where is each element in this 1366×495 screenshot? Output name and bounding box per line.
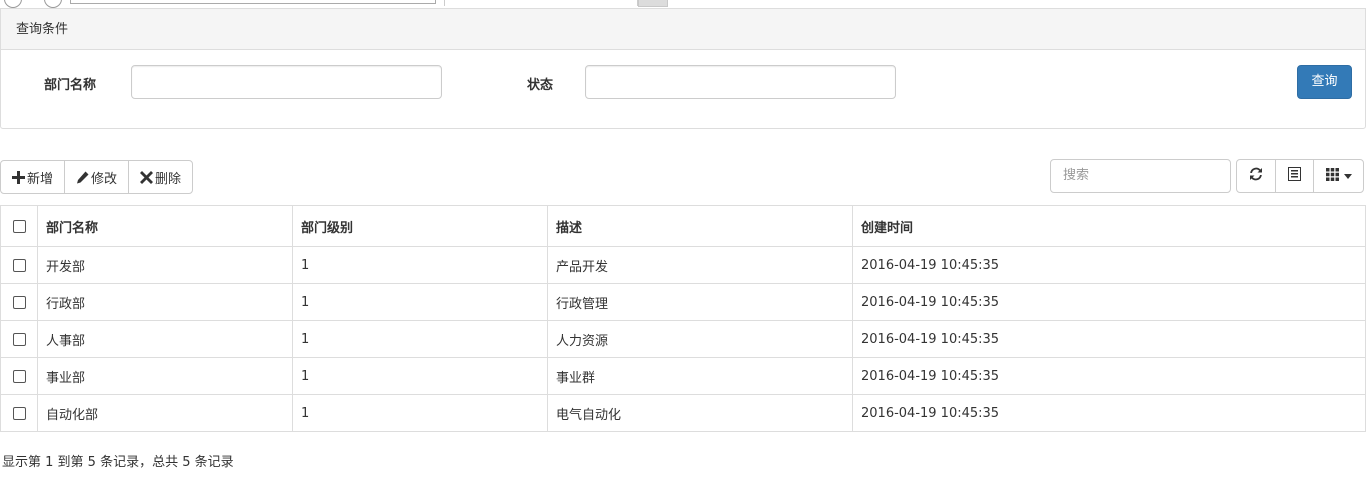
cell-dept-level: 1 <box>292 283 548 321</box>
select-all-checkbox[interactable] <box>12 219 26 233</box>
cell-dept-level: 1 <box>292 246 548 284</box>
plus-icon <box>12 170 25 184</box>
add-button-label: 新增 <box>27 171 54 187</box>
pencil-icon <box>76 171 89 184</box>
cell-dept-name: 人事部 <box>37 320 293 358</box>
table-row[interactable]: 开发部 1 产品开发 2016-04-19 10:45:35 <box>0 246 1366 284</box>
row-select-cell <box>0 357 38 395</box>
cell-dept-name: 事业部 <box>37 357 293 395</box>
cell-description: 产品开发 <box>547 246 853 284</box>
row-checkbox[interactable] <box>12 369 26 383</box>
query-panel-title: 查询条件 <box>1 9 1365 50</box>
search-input[interactable]: 搜索 <box>1050 159 1231 193</box>
table-toolbar: 新增 修改 删除 <box>0 160 194 194</box>
add-button[interactable]: 新增 <box>0 160 66 194</box>
cell-description: 电气自动化 <box>547 394 853 432</box>
cell-created-time: 2016-04-19 10:45:35 <box>852 246 1366 284</box>
table-row[interactable]: 自动化部 1 电气自动化 2016-04-19 10:45:35 <box>0 394 1366 432</box>
cell-description: 事业群 <box>547 357 853 395</box>
edit-button-label: 修改 <box>91 171 118 187</box>
refresh-icon <box>1249 167 1263 185</box>
table-row[interactable]: 行政部 1 行政管理 2016-04-19 10:45:35 <box>0 283 1366 321</box>
cell-dept-name: 开发部 <box>37 246 293 284</box>
remove-icon <box>140 170 154 184</box>
edit-button[interactable]: 修改 <box>64 160 130 194</box>
cell-created-time: 2016-04-19 10:45:35 <box>852 394 1366 432</box>
cell-dept-level: 1 <box>292 320 548 358</box>
delete-button-label: 删除 <box>155 171 182 187</box>
header-created-time[interactable]: 创建时间 <box>852 205 1366 247</box>
cell-dept-name: 行政部 <box>37 283 293 321</box>
cell-description: 人力资源 <box>547 320 853 358</box>
header-dept-name[interactable]: 部门名称 <box>37 205 293 247</box>
toggle-view-button[interactable] <box>1275 159 1314 193</box>
table-row[interactable]: 事业部 1 事业群 2016-04-19 10:45:35 <box>0 357 1366 395</box>
row-checkbox[interactable] <box>12 258 26 272</box>
th-icon <box>1325 167 1339 185</box>
department-table: 部门名称 部门级别 描述 创建时间 开发部 1 产品开发 2016-04-19 … <box>0 205 1366 432</box>
cell-description: 行政管理 <box>547 283 853 321</box>
address-bar[interactable] <box>70 0 436 4</box>
table-view-controls <box>1236 159 1364 193</box>
cell-dept-level: 1 <box>292 394 548 432</box>
pagination-info: 显示第 1 到第 5 条记录，总共 5 条记录 <box>2 455 234 470</box>
cell-created-time: 2016-04-19 10:45:35 <box>852 357 1366 395</box>
list-alt-icon <box>1288 167 1301 185</box>
columns-dropdown-button[interactable] <box>1313 159 1364 193</box>
row-select-cell <box>0 394 38 432</box>
dept-name-input[interactable] <box>131 65 442 99</box>
row-select-cell <box>0 246 38 284</box>
new-tab-button[interactable] <box>638 0 668 7</box>
query-panel: 查询条件 部门名称 状态 查询 <box>0 8 1366 129</box>
status-input[interactable] <box>585 65 896 99</box>
row-checkbox[interactable] <box>12 332 26 346</box>
row-checkbox[interactable] <box>12 295 26 309</box>
cell-dept-level: 1 <box>292 357 548 395</box>
back-icon[interactable] <box>4 0 22 8</box>
select-all-cell <box>0 205 38 247</box>
table-row[interactable]: 人事部 1 人力资源 2016-04-19 10:45:35 <box>0 320 1366 358</box>
delete-button[interactable]: 删除 <box>128 160 194 194</box>
row-select-cell <box>0 283 38 321</box>
table-header-row: 部门名称 部门级别 描述 创建时间 <box>0 205 1366 247</box>
cell-dept-name: 自动化部 <box>37 394 293 432</box>
cell-created-time: 2016-04-19 10:45:35 <box>852 320 1366 358</box>
refresh-button[interactable] <box>1236 159 1276 193</box>
browser-tab[interactable] <box>444 0 638 6</box>
dept-name-label: 部门名称 <box>44 78 97 93</box>
cell-created-time: 2016-04-19 10:45:35 <box>852 283 1366 321</box>
query-button[interactable]: 查询 <box>1297 65 1352 99</box>
browser-chrome-strip <box>0 0 1366 8</box>
forward-icon[interactable] <box>44 0 62 8</box>
caret-down-icon <box>1343 173 1352 179</box>
header-description[interactable]: 描述 <box>547 205 853 247</box>
status-label: 状态 <box>527 78 554 93</box>
row-checkbox[interactable] <box>12 406 26 420</box>
row-select-cell <box>0 320 38 358</box>
header-dept-level[interactable]: 部门级别 <box>292 205 548 247</box>
